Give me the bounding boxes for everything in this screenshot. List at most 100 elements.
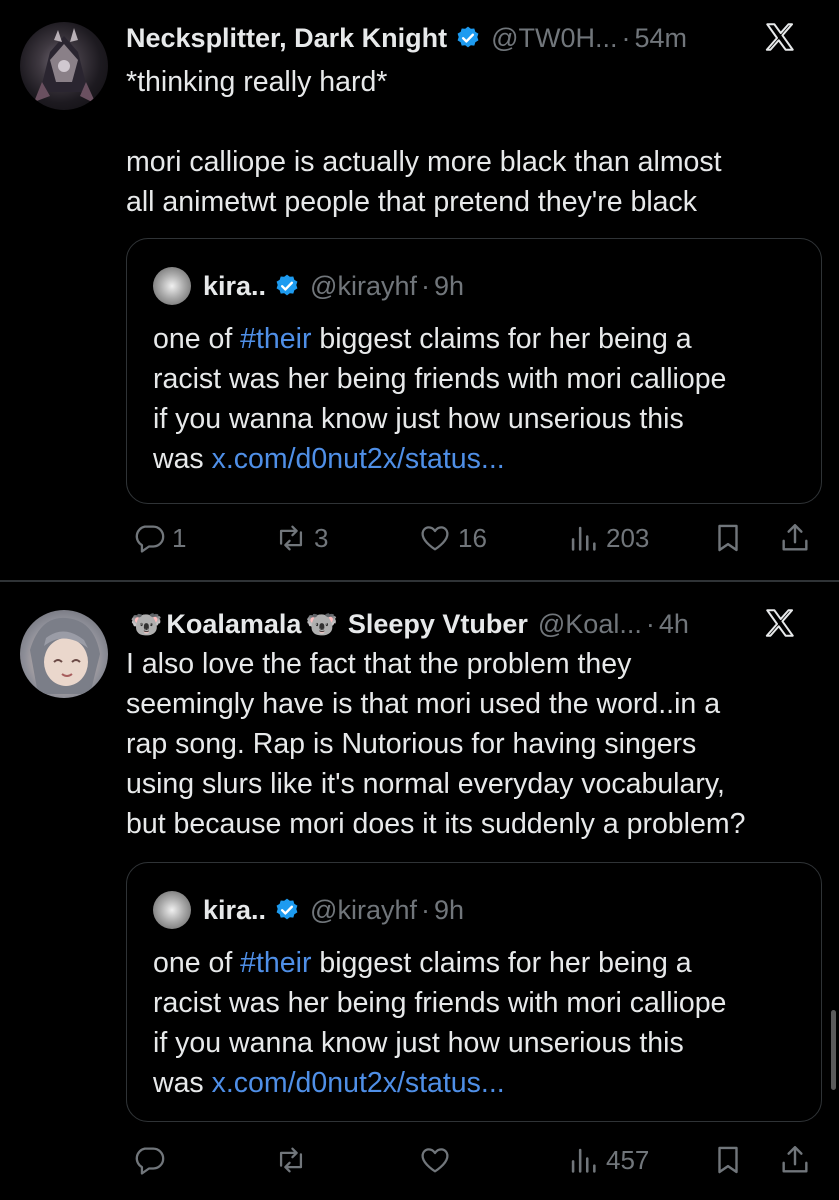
tweet-header: 🐨 Koalamala 🐨 Sleepy Vtuber @Koal... · 4… — [126, 604, 819, 644]
quoted-text: one of #their biggest claims for her bei… — [153, 319, 726, 479]
like-button[interactable] — [418, 1140, 458, 1180]
like-icon — [421, 526, 449, 551]
views-count: 203 — [606, 522, 650, 553]
tweet-text: *thinking really hard* mori calliope is … — [126, 62, 809, 222]
display-name[interactable]: Koalamala — [166, 609, 301, 640]
quoted-text-segment: biggest claims for her being a — [311, 323, 692, 355]
handle[interactable]: @TW0H... — [491, 23, 617, 54]
status-link[interactable]: x.com/d0nut2x/status... — [212, 443, 505, 475]
display-name[interactable]: Necksplitter, Dark Knight — [126, 23, 447, 54]
timestamp[interactable]: 4h — [659, 609, 689, 640]
avatar[interactable] — [20, 610, 108, 698]
quoted-avatar — [153, 891, 191, 929]
x-logo-icon — [765, 23, 794, 51]
views-button[interactable]: 457 — [566, 1140, 649, 1180]
avatar-art — [30, 617, 100, 694]
quoted-handle: @kirayhf — [310, 894, 417, 925]
quoted-text-line: one of #their biggest claims for her bei… — [153, 943, 726, 983]
action-bar: 1 3 16 203 — [126, 518, 826, 558]
repost-button[interactable]: 3 — [274, 518, 328, 558]
x-logo-icon — [765, 609, 794, 637]
hashtag-link[interactable]: #their — [240, 323, 311, 355]
quoted-text-line: one of #their biggest claims for her bei… — [153, 319, 726, 359]
tweet-text-line: all animetwt people that pretend they're… — [126, 186, 698, 218]
display-name-suffix[interactable]: Sleepy Vtuber — [348, 609, 528, 640]
quoted-handle: @kirayhf — [310, 270, 417, 301]
tweet[interactable]: 🐨 Koalamala 🐨 Sleepy Vtuber @Koal... · 4… — [0, 582, 839, 1200]
views-button[interactable]: 203 — [566, 518, 649, 558]
quoted-text-line: was x.com/d0nut2x/status... — [153, 1063, 726, 1103]
separator: · — [420, 270, 430, 301]
tweet-header: Necksplitter, Dark Knight @TW0H... · 54m — [126, 18, 819, 58]
share-button[interactable] — [778, 518, 812, 558]
reply-button[interactable]: 1 — [132, 518, 186, 558]
quoted-display-name: kira.. — [203, 894, 267, 925]
quoted-text-segment: one of — [153, 323, 241, 355]
quoted-tweet[interactable]: kira.. @kirayhf · 9h one of #their bigge… — [126, 862, 822, 1122]
repost-icon — [279, 525, 303, 551]
quoted-text-line: racist was her being friends with mori c… — [153, 363, 727, 395]
timestamp[interactable]: 54m — [635, 23, 688, 54]
quoted-text: one of #their biggest claims for her bei… — [153, 943, 726, 1103]
avatar[interactable] — [20, 22, 108, 110]
bookmark-button[interactable] — [711, 1140, 745, 1180]
handle[interactable]: @Koal... — [538, 609, 642, 640]
share-icon — [782, 524, 808, 551]
views-icon — [571, 526, 596, 551]
repost-count: 3 — [314, 522, 329, 553]
reply-icon — [135, 1147, 165, 1175]
koala-emoji: 🐨 — [305, 608, 338, 639]
repost-button[interactable] — [274, 1140, 314, 1180]
quoted-text-segment: one of — [153, 947, 241, 979]
bookmark-icon — [718, 1146, 738, 1174]
like-button[interactable]: 16 — [418, 518, 487, 558]
quoted-timestamp: 9h — [433, 894, 465, 925]
bookmark-icon — [718, 524, 738, 552]
tweet-text-line: *thinking really hard* — [126, 66, 388, 98]
status-link[interactable]: x.com/d0nut2x/status... — [212, 1067, 505, 1099]
like-icon — [421, 1148, 449, 1173]
quoted-text-line: if you wanna know just how unserious thi… — [153, 403, 684, 435]
like-count: 16 — [458, 522, 487, 553]
quoted-tweet[interactable]: kira.. @kirayhf · 9h one of #their bigge… — [126, 238, 822, 504]
koala-emoji: 🐨 — [130, 608, 163, 639]
tweet-text-line: using slurs like it's normal everyday vo… — [126, 768, 725, 800]
quoted-avatar — [153, 267, 191, 305]
reply-count: 1 — [172, 522, 187, 553]
avatar-art — [34, 28, 96, 104]
quoted-text-segment: was — [153, 1067, 212, 1099]
views-icon — [571, 1148, 596, 1173]
tweet-text-line: rap song. Rap is Nutorious for having si… — [126, 728, 697, 760]
views-count: 457 — [606, 1144, 650, 1175]
tweet-text-line: mori calliope is actually more black tha… — [126, 146, 722, 178]
separator: · — [621, 22, 631, 53]
tweet[interactable]: Necksplitter, Dark Knight @TW0H... · 54m… — [0, 0, 839, 580]
quoted-text-segment: biggest claims for her being a — [311, 947, 692, 979]
action-bar: 457 — [126, 1140, 826, 1180]
separator: · — [645, 608, 655, 639]
quoted-display-name: kira.. — [203, 270, 267, 301]
tweet-text-blank — [126, 102, 809, 142]
share-icon — [782, 1146, 808, 1173]
reply-icon — [135, 525, 165, 553]
quoted-tweet-header: kira.. @kirayhf · 9h — [153, 891, 464, 929]
quoted-text-line: if you wanna know just how unserious thi… — [153, 1027, 684, 1059]
quoted-text-line: racist was her being friends with mori c… — [153, 987, 727, 1019]
quoted-timestamp: 9h — [433, 270, 465, 301]
bookmark-button[interactable] — [711, 518, 745, 558]
scrollbar[interactable] — [831, 1010, 836, 1090]
verified-badge-icon — [276, 898, 298, 920]
quoted-text-segment: was — [153, 443, 212, 475]
verified-badge-icon — [276, 274, 298, 296]
hashtag-link[interactable]: #their — [240, 947, 311, 979]
reply-button[interactable] — [132, 1140, 172, 1180]
share-button[interactable] — [778, 1140, 812, 1180]
repost-icon — [279, 1147, 303, 1173]
quoted-text-line: was x.com/d0nut2x/status... — [153, 439, 726, 479]
separator: · — [420, 894, 430, 925]
tweet-text: I also love the fact that the problem th… — [126, 644, 809, 844]
quoted-tweet-header: kira.. @kirayhf · 9h — [153, 267, 464, 305]
tweet-text-line: I also love the fact that the problem th… — [126, 648, 632, 680]
tweet-text-line: seemingly have is that mori used the wor… — [126, 688, 721, 720]
tweet-text-line: but because mori does it its suddenly a … — [126, 808, 746, 840]
